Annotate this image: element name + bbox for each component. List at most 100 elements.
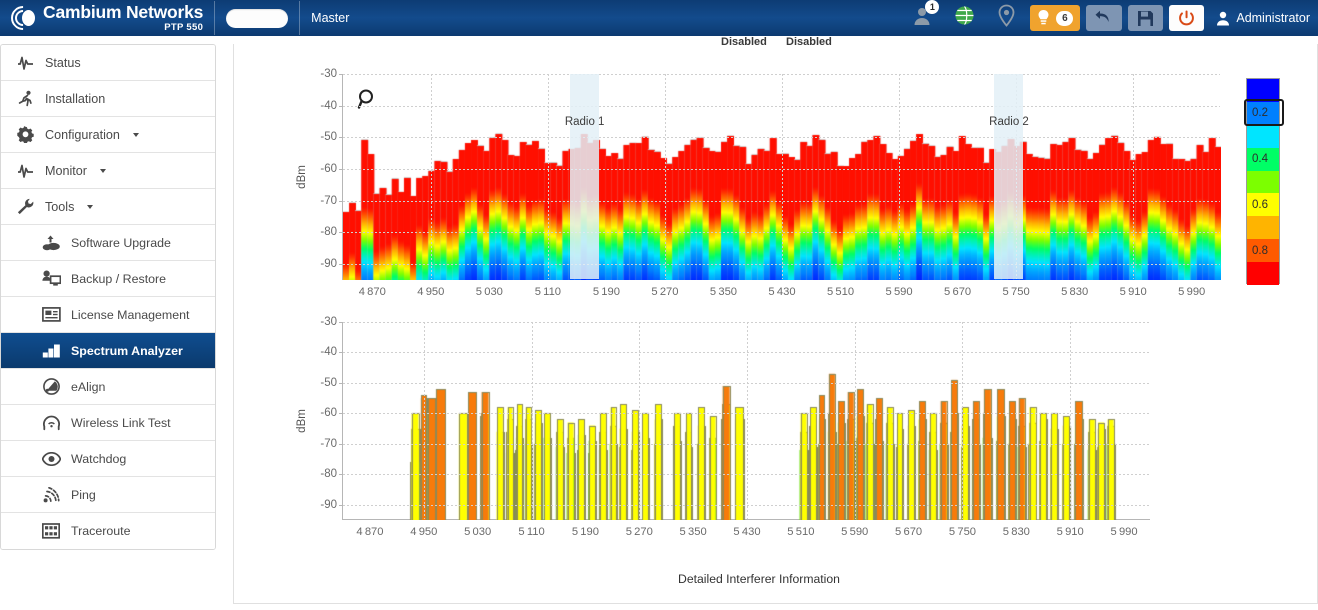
y-axis-tick: -60 bbox=[320, 407, 343, 419]
legend-band[interactable] bbox=[1247, 216, 1279, 239]
user-icon[interactable]: 1 bbox=[912, 6, 932, 31]
x-axis-tick: 4 950 bbox=[410, 519, 437, 538]
sidebar-navigation: Status Installation ConfigurationMonitor To… bbox=[0, 44, 216, 550]
legend-band[interactable] bbox=[1247, 79, 1279, 102]
x-axis-tick: 5 670 bbox=[944, 279, 971, 298]
legend-band[interactable] bbox=[1247, 262, 1279, 285]
sidebar-item-installation[interactable]: Installation bbox=[1, 81, 215, 117]
globe-icon[interactable] bbox=[954, 5, 975, 31]
x-axis-tick: 5 190 bbox=[593, 279, 620, 298]
gridline bbox=[424, 322, 425, 519]
y-axis-tick: -30 bbox=[320, 316, 343, 328]
sidebar-item-ping[interactable]: Ping bbox=[1, 477, 215, 513]
sidebar-item-label: License Management bbox=[71, 308, 189, 322]
status-label-1: Disabled bbox=[721, 36, 767, 46]
wireless-signal-icon bbox=[41, 414, 61, 432]
legend-band[interactable]: 0.8 bbox=[1247, 239, 1279, 262]
legend-band[interactable]: 0.6 bbox=[1247, 193, 1279, 216]
bar-chart-icon bbox=[41, 342, 61, 360]
sidebar-item-backup-restore[interactable]: Backup / Restore bbox=[1, 261, 215, 297]
x-axis-tick: 5 270 bbox=[651, 279, 678, 298]
y-axis-tick: -70 bbox=[320, 195, 343, 207]
sidebar-item-spectrum-analyzer[interactable]: Spectrum Analyzer bbox=[1, 333, 215, 369]
legend-band[interactable]: 0.2 bbox=[1247, 102, 1279, 125]
device-name-field[interactable] bbox=[226, 9, 288, 28]
x-axis-tick: 5 910 bbox=[1120, 279, 1147, 298]
sidebar-item-label: Spectrum Analyzer bbox=[71, 344, 183, 358]
sidebar-item-license-management[interactable]: License Management bbox=[1, 297, 215, 333]
sidebar-item-traceroute[interactable]: Traceroute bbox=[1, 513, 215, 549]
spectrum-waterfall-chart: dBm -30-40-50-60-70-80-904 8704 9505 030… bbox=[294, 74, 1304, 334]
undo-button[interactable] bbox=[1086, 5, 1122, 31]
waveform-icon bbox=[15, 54, 35, 72]
legend-band[interactable] bbox=[1247, 171, 1279, 194]
truncated-status-labels: Disabled Disabled bbox=[234, 36, 1317, 46]
x-axis-tick: 5 190 bbox=[572, 519, 599, 538]
sidebar-item-label: Tools bbox=[45, 200, 74, 214]
sidebar-item-software-upgrade[interactable]: Software Upgrade bbox=[1, 225, 215, 261]
sidebar-item-watchdog[interactable]: Watchdog bbox=[1, 441, 215, 477]
x-axis-tick: 5 350 bbox=[710, 279, 737, 298]
sidebar-item-label: eAlign bbox=[71, 380, 105, 394]
sidebar-item-label: Status bbox=[45, 56, 81, 70]
radio-channel-band bbox=[994, 74, 1023, 279]
x-axis-tick: 5 110 bbox=[535, 279, 561, 298]
sidebar-item-tools[interactable]: Tools bbox=[1, 189, 215, 225]
x-axis-tick: 5 750 bbox=[949, 519, 976, 538]
x-axis-tick: 5 830 bbox=[1003, 519, 1030, 538]
top-toolbar: 1 6 Administrator bbox=[901, 0, 1318, 36]
sidebar-item-label: Software Upgrade bbox=[71, 236, 171, 250]
magnifier-zoom-icon[interactable] bbox=[357, 88, 379, 110]
top-chart-ylabel: dBm bbox=[296, 165, 308, 189]
x-axis-tick: 4 870 bbox=[359, 279, 386, 298]
admin-account[interactable]: Administrator bbox=[1216, 11, 1314, 26]
x-axis-tick: 5 030 bbox=[464, 519, 491, 538]
sidebar-item-wireless-link-test[interactable]: Wireless Link Test bbox=[1, 405, 215, 441]
y-axis-tick: -80 bbox=[320, 468, 343, 480]
gridline bbox=[532, 322, 533, 519]
save-button[interactable] bbox=[1128, 5, 1163, 31]
x-axis-tick: 5 590 bbox=[885, 279, 912, 298]
legend-tick-label: 0.4 bbox=[1252, 153, 1268, 165]
legend-band[interactable]: 0.4 bbox=[1247, 148, 1279, 171]
x-axis-tick: 4 950 bbox=[417, 279, 444, 298]
y-axis-tick: -60 bbox=[320, 163, 343, 175]
alerts-button[interactable]: 6 bbox=[1030, 5, 1080, 31]
x-axis-tick: 5 270 bbox=[626, 519, 653, 538]
x-axis-tick: 4 870 bbox=[356, 519, 383, 538]
upload-cloud-icon bbox=[41, 234, 61, 252]
sidebar-item-label: Traceroute bbox=[71, 524, 130, 538]
gear-icon bbox=[15, 126, 35, 144]
legend-band[interactable] bbox=[1247, 125, 1279, 148]
sidebar-item-label: Wireless Link Test bbox=[71, 416, 171, 430]
eye-icon bbox=[41, 450, 61, 468]
x-axis-tick: 5 110 bbox=[518, 519, 544, 538]
sidebar-item-label: Ping bbox=[71, 488, 96, 502]
sidebar-item-label: Installation bbox=[45, 92, 105, 106]
brand-model: PTP 550 bbox=[43, 23, 203, 33]
sidebar-item-label: Backup / Restore bbox=[71, 272, 166, 286]
gridline bbox=[962, 322, 963, 519]
density-color-legend[interactable]: 0.2 0.4 0.6 0.8 bbox=[1246, 78, 1280, 284]
sidebar-item-monitor[interactable]: Monitor bbox=[1, 153, 215, 189]
sidebar-item-configuration[interactable]: Configuration bbox=[1, 117, 215, 153]
antenna-dish-icon bbox=[41, 378, 61, 396]
bottom-chart-plot-area[interactable]: -30-40-50-60-70-80-904 8704 9505 0305 11… bbox=[342, 322, 1150, 520]
gridline bbox=[1133, 74, 1134, 279]
location-pin-icon[interactable] bbox=[997, 4, 1016, 32]
x-axis-tick: 5 990 bbox=[1178, 279, 1205, 298]
y-axis-tick: -40 bbox=[320, 346, 343, 358]
divider bbox=[299, 1, 300, 35]
floppy-disk-icon bbox=[1137, 10, 1154, 27]
gridline bbox=[548, 74, 549, 279]
power-button[interactable] bbox=[1169, 5, 1204, 31]
sidebar-item-status[interactable]: Status bbox=[1, 45, 215, 81]
x-axis-tick: 5 430 bbox=[768, 279, 795, 298]
sidebar-item-ealign[interactable]: eAlign bbox=[1, 369, 215, 405]
top-chart-plot-area[interactable]: -30-40-50-60-70-80-904 8704 9505 0305 11… bbox=[342, 74, 1220, 280]
chevron-down-icon bbox=[87, 205, 93, 209]
spectrum-analyzer-panel: Disabled Disabled dBm -30-40-50-60-70-80… bbox=[233, 44, 1318, 604]
legend-tick-label: 0.6 bbox=[1252, 199, 1268, 211]
gridline bbox=[855, 322, 856, 519]
top-navigation-bar: Cambium Networks PTP 550 Master 1 6 bbox=[0, 0, 1318, 36]
